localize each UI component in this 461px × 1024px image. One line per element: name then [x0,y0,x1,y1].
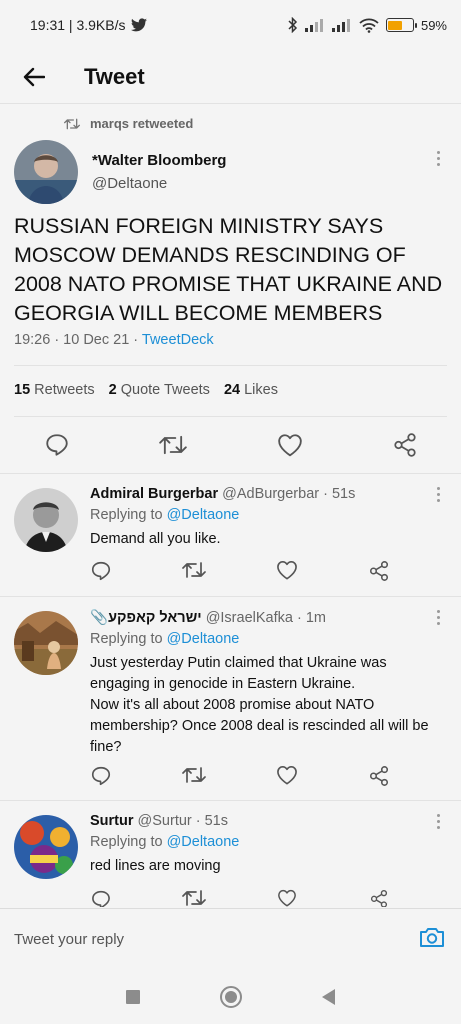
wifi-icon [359,18,379,33]
reply-text: Demand all you like. [90,531,221,547]
share-icon[interactable] [368,889,390,907]
retweet-icon [64,118,80,129]
page-title: Tweet [84,63,145,89]
tweet-text: RUSSIAN FOREIGN MINISTRY SAYS MOSCOW DEM… [14,214,443,325]
retweet-icon[interactable] [182,765,206,785]
battery-icon [385,18,417,32]
reply-display-name[interactable]: Surtur [90,813,134,829]
camera-button[interactable] [419,926,445,953]
reply-tweet[interactable]: Surtur @Surtur · 51s Replying to @Deltao… [0,801,461,908]
reply-button[interactable] [44,432,70,458]
signal-icon [331,19,350,32]
replying-to: Replying to @Deltaone [90,631,240,647]
top-app-bar: Tweet [0,50,461,104]
more-icon[interactable] [435,151,441,166]
tweet-source-link[interactable]: TweetDeck [142,332,214,348]
more-icon[interactable] [435,487,441,502]
reply-composer[interactable]: Tweet your reply [0,908,461,970]
share-icon[interactable] [368,765,390,787]
reply-display-name[interactable]: Admiral Burgerbar [90,486,218,502]
reply-actions [90,765,390,787]
signal-icon [304,19,323,32]
reply-actions [90,889,390,907]
retweet-icon [159,435,188,455]
recents-button[interactable] [126,990,140,1004]
more-icon[interactable] [435,814,441,829]
reply-input[interactable]: Tweet your reply [14,931,124,948]
status-time: 19:31 | 3.9KB/s [30,17,126,33]
retweet-icon[interactable] [182,560,206,580]
share-button[interactable] [392,432,418,458]
likes-stat[interactable]: 24 Likes [224,382,278,398]
reply-tweet[interactable]: Admiral Burgerbar @AdBurgerbar · 51s Rep… [0,474,461,595]
divider [14,416,447,417]
tweet-author[interactable]: *Walter Bloomberg @Deltaone [14,140,226,204]
reply-handle-time: @IsraelKafka · 1m [205,610,326,626]
replying-to: Replying to @Deltaone [90,834,240,850]
camera-icon [420,928,444,947]
reply-display-name[interactable]: 📎ישראל קאפקע [90,610,202,626]
reply-text: Just yesterday Putin claimed that Ukrain… [90,655,429,755]
retweeted-by: marqs retweeted [90,116,194,131]
avatar[interactable] [14,140,78,204]
share-icon [394,433,416,457]
avatar[interactable] [14,488,78,552]
reply-icon[interactable] [90,765,112,787]
author-handle[interactable]: @Deltaone [92,175,226,192]
reply-handle-time: @Surtur · 51s [137,813,229,829]
reply-icon [46,434,68,456]
avatar[interactable] [14,611,78,675]
like-icon [277,434,302,457]
status-bar: 19:31 | 3.9KB/s 59% [0,0,461,50]
system-nav-bar [0,970,461,1024]
replying-to-link[interactable]: @Deltaone [167,507,240,523]
reply-icon[interactable] [90,889,112,907]
back-arrow-icon [23,67,45,86]
reply-icon[interactable] [90,560,112,582]
tweet-stats: 15 Retweets 2 Quote Tweets 24 Likes [14,382,278,398]
like-icon[interactable] [276,889,298,907]
replying-to-link[interactable]: @Deltaone [167,631,240,647]
tweet-timestamp: 19:26 · 10 Dec 21 · TweetDeck [14,332,214,348]
reply-actions [90,560,390,582]
like-button[interactable] [277,432,303,458]
replying-to: Replying to @Deltaone [90,507,240,523]
divider [14,365,447,366]
like-icon[interactable] [276,765,298,785]
tweet-time: 19:26 · 10 Dec 21 · [14,332,142,348]
retweet-button[interactable] [159,432,188,458]
reply-tweet[interactable]: 📎ישראל קאפקע @IsraelKafka · 1m Replying … [0,597,461,800]
reply-text: red lines are moving [90,858,221,874]
share-icon[interactable] [368,560,390,582]
back-nav-button[interactable] [322,989,335,1005]
home-button[interactable] [220,986,242,1008]
retweets-stat[interactable]: 15 Retweets [14,382,95,398]
like-icon[interactable] [276,560,298,580]
replying-to-link[interactable]: @Deltaone [167,834,240,850]
retweet-icon[interactable] [182,889,206,907]
battery-percent: 59% [420,17,447,33]
back-button[interactable] [16,59,52,95]
bluetooth-icon [288,17,298,33]
twitter-icon [131,18,148,32]
more-icon[interactable] [435,610,441,625]
retweet-context[interactable]: marqs retweeted [64,116,193,131]
avatar[interactable] [14,815,78,879]
author-display-name[interactable]: *Walter Bloomberg [92,152,226,169]
reply-handle-time: @AdBurgerbar · 51s [222,486,356,502]
quote-tweets-stat[interactable]: 2 Quote Tweets [109,382,210,398]
tweet-actions [44,432,418,458]
